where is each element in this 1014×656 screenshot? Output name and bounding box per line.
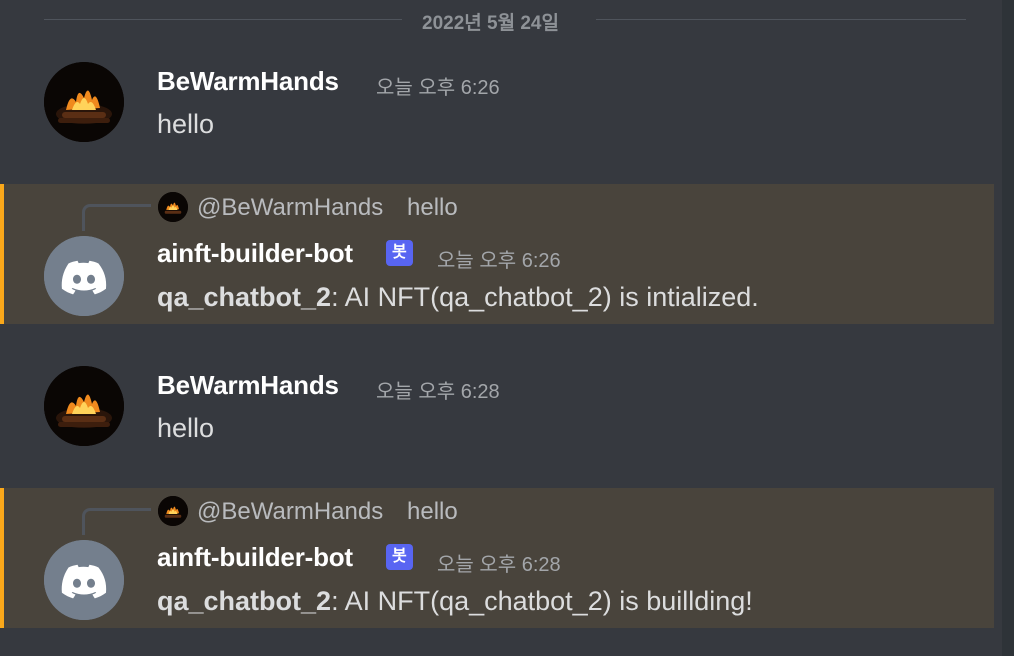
fireplace-avatar[interactable] (44, 62, 124, 142)
message-content: hello (157, 109, 215, 139)
content-bold-name: qa_chatbot_2 (157, 586, 332, 616)
message-timestamp[interactable]: 오늘 오후 6:28 (437, 548, 561, 577)
message-author[interactable]: BeWarmHands (157, 370, 339, 401)
message-item[interactable]: BeWarmHands 오늘 오후 6:26 hello (0, 46, 994, 166)
message-item-mention[interactable]: @BeWarmHands hello ainft-builder-bot 봇 오… (0, 184, 994, 324)
fireplace-icon (158, 496, 188, 526)
message-timestamp[interactable]: 오늘 오후 6:26 (376, 71, 500, 100)
divider-line-right (596, 19, 966, 20)
divider-line-left (44, 19, 402, 20)
content-text: : AI NFT(qa_chatbot_2) is buillding! (331, 586, 753, 616)
message-author[interactable]: ainft-builder-bot (157, 542, 353, 573)
date-divider: 2022년 5월 24일 (44, 0, 966, 38)
message-timestamp[interactable]: 오늘 오후 6:28 (376, 375, 500, 404)
message-item[interactable]: BeWarmHands 오늘 오후 6:28 hello (0, 350, 994, 470)
reply-fireplace-avatar[interactable] (158, 192, 188, 222)
fireplace-icon (44, 366, 124, 446)
content-text: : AI NFT(qa_chatbot_2) is intialized. (331, 282, 759, 312)
date-divider-label: 2022년 5월 24일 (422, 13, 559, 34)
bot-tag-badge: 봇 (386, 240, 413, 266)
reply-spine (82, 204, 151, 231)
reply-preview-text[interactable]: hello (407, 194, 458, 222)
message-content: hello (157, 413, 215, 443)
message-author[interactable]: ainft-builder-bot (157, 238, 353, 269)
message-content: qa_chatbot_2: AI NFT(qa_chatbot_2) is bu… (157, 586, 753, 617)
content-bold-name: qa_chatbot_2 (157, 282, 332, 312)
message-author[interactable]: BeWarmHands (157, 66, 339, 97)
bot-tag-badge: 봇 (386, 544, 413, 570)
message-timestamp[interactable]: 오늘 오후 6:26 (437, 244, 561, 273)
reply-preview-text[interactable]: hello (407, 498, 458, 526)
fireplace-avatar[interactable] (44, 366, 124, 446)
discord-logo-avatar[interactable] (44, 236, 124, 316)
message-item-mention[interactable]: @BeWarmHands hello ainft-builder-bot 봇 오… (0, 488, 994, 628)
reply-spine (82, 508, 151, 535)
fireplace-icon (44, 62, 124, 142)
message-content: qa_chatbot_2: AI NFT(qa_chatbot_2) is in… (157, 282, 759, 313)
fireplace-icon (158, 192, 188, 222)
discord-logo-icon (44, 236, 124, 316)
reply-fireplace-avatar[interactable] (158, 496, 188, 526)
scrollbar-track[interactable] (1002, 0, 1014, 656)
reply-author[interactable]: @BeWarmHands (197, 194, 383, 222)
chat-window: 2022년 5월 24일 BeWarmHands 오늘 오후 6:26 hell… (0, 0, 1014, 656)
discord-logo-icon (44, 540, 124, 620)
reply-author[interactable]: @BeWarmHands (197, 498, 383, 526)
discord-logo-avatar[interactable] (44, 540, 124, 620)
